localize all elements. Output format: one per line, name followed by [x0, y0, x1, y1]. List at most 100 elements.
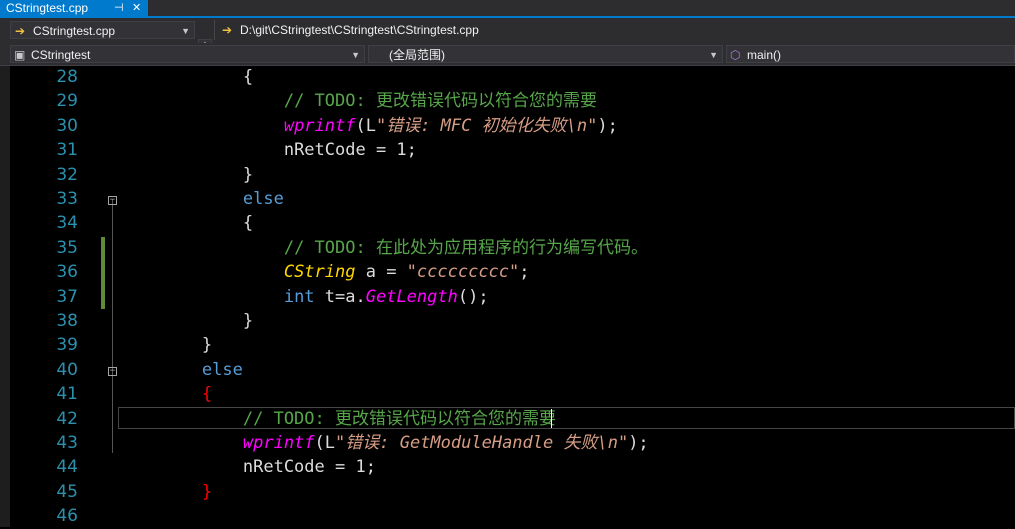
- text-caret: [551, 409, 552, 428]
- line-code: else: [243, 187, 284, 211]
- line-number: 40: [56, 359, 78, 380]
- line-number: 45: [56, 481, 78, 502]
- code-line[interactable]: 42 // TODO: 更改错误代码以符合您的需要: [0, 407, 1015, 431]
- arrow-right-icon: ➔: [222, 23, 233, 37]
- chevron-down-icon: ▼: [181, 26, 190, 36]
- code-line[interactable]: 36 CString a = "ccccccccc";: [0, 260, 1015, 284]
- code-token: int: [283, 286, 315, 307]
- code-token: {: [242, 213, 254, 234]
- line-code: wprintf(L"错误: MFC 初始化失败\n");: [284, 114, 618, 138]
- line-code: nRetCode = 1;: [284, 138, 417, 162]
- code-token: nRetCode = 1;: [242, 457, 376, 478]
- code-line[interactable]: 46: [0, 504, 1015, 528]
- line-number: 35: [56, 237, 78, 258]
- line-code: // TODO: 更改错误代码以符合您的需要: [284, 89, 597, 113]
- line-number: 34: [56, 213, 78, 234]
- code-token: ;: [519, 262, 530, 283]
- line-number: 41: [56, 384, 78, 405]
- line-number: 43: [56, 433, 78, 453]
- code-line[interactable]: 33 else: [0, 187, 1015, 211]
- code-line[interactable]: 29 // TODO: 更改错误代码以符合您的需要: [0, 89, 1015, 113]
- tab-cstringtest-cpp[interactable]: CStringtest.cpp ⊣ ✕: [0, 0, 148, 16]
- line-code: {: [202, 382, 212, 406]
- line-number: 31: [56, 140, 78, 161]
- file-combo[interactable]: ➔ CStringtest.cpp ▼: [10, 21, 195, 39]
- line-number: 36: [56, 262, 78, 283]
- code-line[interactable]: 31 nRetCode = 1;: [0, 138, 1015, 162]
- chevron-down-icon: ▼: [351, 50, 360, 60]
- line-number: 30: [56, 115, 78, 136]
- code-token: (L: [314, 433, 336, 453]
- line-number: 38: [56, 311, 78, 331]
- line-code: else: [202, 358, 243, 382]
- line-code: nRetCode = 1;: [243, 455, 376, 479]
- code-line[interactable]: 32}: [0, 163, 1015, 187]
- project-combo-label: CStringtest: [31, 48, 91, 62]
- code-line[interactable]: 45}: [0, 480, 1015, 504]
- code-token: // TODO: 更改错误代码以符合您的需要: [242, 408, 556, 429]
- code-token: nRetCode = 1;: [283, 140, 417, 161]
- code-token: a =: [355, 262, 407, 283]
- code-line[interactable]: 35 // TODO: 在此处为应用程序的行为编写代码。: [0, 236, 1015, 260]
- line-number: 39: [56, 335, 78, 356]
- tab-title: CStringtest.cpp: [6, 1, 89, 15]
- line-code: int t=a.GetLength();: [284, 285, 489, 309]
- code-line[interactable]: 38}: [0, 309, 1015, 333]
- scope-combo-label: (全局范围): [389, 48, 445, 62]
- line-number: 32: [56, 164, 78, 185]
- project-icon: ▣: [14, 48, 26, 62]
- document-tab-strip: CStringtest.cpp ⊣ ✕: [0, 0, 1015, 18]
- code-token: (L: [355, 115, 376, 136]
- code-line[interactable]: 41 {: [0, 382, 1015, 406]
- code-line[interactable]: 28 {: [0, 65, 1015, 89]
- code-token: );: [597, 115, 618, 136]
- code-token: t=a.: [314, 286, 366, 307]
- line-code: // TODO: 在此处为应用程序的行为编写代码。: [284, 236, 648, 260]
- method-icon: ⬡: [730, 48, 741, 62]
- file-combo-label: CStringtest.cpp: [33, 24, 116, 38]
- line-code: {: [243, 65, 253, 89]
- code-token: {: [201, 384, 213, 405]
- code-token: "错误: MFC 初始化失败\n": [375, 115, 598, 136]
- code-line[interactable]: 40 else: [0, 358, 1015, 382]
- project-combo[interactable]: ▣ CStringtest ▼: [10, 45, 365, 63]
- code-token: // TODO: 更改错误代码以符合您的需要: [283, 91, 597, 112]
- pin-icon[interactable]: ⊣: [114, 0, 124, 16]
- member-combo[interactable]: ⬡ main(): [726, 45, 1015, 63]
- close-icon[interactable]: ✕: [132, 0, 141, 16]
- code-token: ();: [457, 286, 489, 307]
- code-token: GetLength: [365, 286, 458, 307]
- line-number: 42: [56, 408, 78, 429]
- code-token: "ccccccccc": [406, 262, 520, 283]
- scope-combo[interactable]: (全局范围) ▼: [368, 45, 723, 63]
- code-editor[interactable]: − − 28{29// TODO: 更改错误代码以符合您的需要 30 wprintf…: [0, 66, 1015, 527]
- code-token: else: [201, 359, 243, 380]
- code-token: {: [242, 67, 254, 87]
- code-line[interactable]: 34 {: [0, 211, 1015, 235]
- line-code: // TODO: 更改错误代码以符合您的需要: [243, 407, 556, 431]
- code-token: }: [201, 335, 213, 356]
- code-line[interactable]: 44 nRetCode = 1;: [0, 455, 1015, 479]
- code-line[interactable]: 37 int t=a.GetLength();: [0, 285, 1015, 309]
- code-line[interactable]: 30 wprintf(L"错误: MFC 初始化失败\n");: [0, 114, 1015, 138]
- code-token: "错误: GetModuleHandle 失败\n": [335, 433, 629, 453]
- navigation-bar-row1: ➔ CStringtest.cpp ▼ ▲▼ ➔ D:\git\CStringt…: [0, 18, 1015, 59]
- navigation-bar-row2: ▣ CStringtest ▼ (全局范围) ▼ ⬡ main(): [0, 43, 1015, 66]
- code-token: }: [201, 481, 213, 502]
- line-code: CString a = "ccccccccc";: [284, 260, 530, 284]
- member-combo-label: main(): [747, 48, 782, 62]
- line-code: }: [202, 480, 212, 504]
- code-token: wprintf: [283, 115, 356, 136]
- line-number: 29: [56, 91, 78, 112]
- code-token: else: [242, 189, 284, 209]
- line-number: 33: [56, 189, 78, 209]
- code-token: }: [242, 311, 254, 331]
- code-line[interactable]: 39}: [0, 333, 1015, 357]
- line-code: wprintf(L"错误: GetModuleHandle 失败\n");: [243, 431, 649, 455]
- toolbar-divider: [214, 20, 215, 40]
- code-token: wprintf: [242, 433, 315, 453]
- line-number: 37: [56, 286, 78, 307]
- code-line[interactable]: 43 wprintf(L"错误: GetModuleHandle 失败\n");: [0, 431, 1015, 455]
- chevron-down-icon: ▼: [709, 50, 718, 60]
- file-path-bar[interactable]: ➔ D:\git\CStringtest\CStringtest\CString…: [218, 21, 1015, 39]
